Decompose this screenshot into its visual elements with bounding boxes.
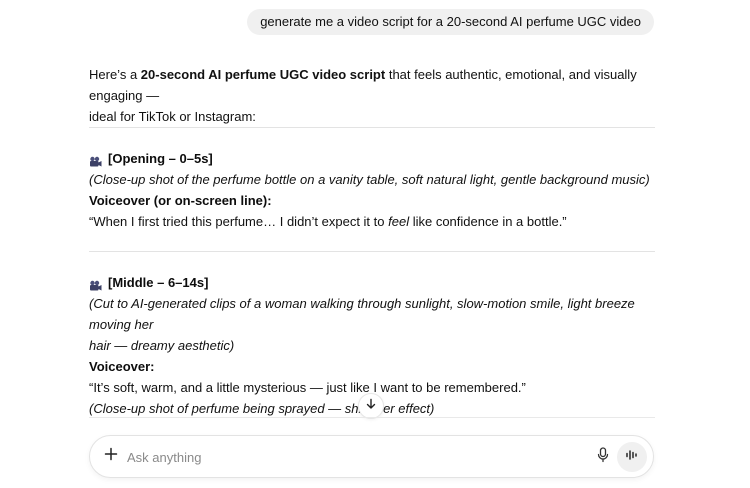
- divider: [89, 417, 655, 418]
- composer: [89, 435, 654, 478]
- section-opening: [Opening – 0–5s] (Close-up shot of the p…: [89, 148, 655, 232]
- intro-bold-text: 20-second AI perfume UGC video script: [140, 67, 386, 82]
- stage-direction-line-2: hair — dreamy aesthetic): [89, 338, 235, 353]
- movie-camera-icon: [89, 153, 102, 166]
- scroll-to-bottom-button[interactable]: [358, 393, 384, 419]
- intro-text-start: Here’s a: [89, 67, 141, 82]
- voiceover-label: Voiceover (or on-screen line):: [89, 193, 272, 208]
- dictate-button[interactable]: [593, 446, 613, 468]
- stage-direction: (Close-up shot of the perfume bottle on …: [89, 172, 650, 187]
- divider: [89, 251, 655, 252]
- section-title: [Opening – 0–5s]: [108, 151, 213, 166]
- add-attachment-button[interactable]: [101, 446, 121, 466]
- chat-page: generate me a video script for a 20-seco…: [0, 0, 750, 488]
- arrow-down-icon: [365, 397, 377, 415]
- voiceover-text: “When I first tried this perfume… I didn…: [89, 214, 567, 229]
- stage-direction-line-1: (Cut to AI-generated clips of a woman wa…: [89, 296, 635, 332]
- user-message-bubble: generate me a video script for a 20-seco…: [247, 9, 654, 35]
- intro-paragraph: Here’s a 20-second AI perfume UGC video …: [89, 64, 655, 127]
- divider: [89, 127, 655, 128]
- voiceover-label: Voiceover:: [89, 359, 155, 374]
- intro-line-2: ideal for TikTok or Instagram:: [89, 109, 256, 124]
- section-title: [Middle – 6–14s]: [108, 275, 209, 290]
- microphone-icon: [597, 446, 609, 468]
- movie-camera-icon: [89, 277, 102, 290]
- message-input[interactable]: [127, 446, 577, 468]
- voice-mode-button[interactable]: [617, 442, 647, 472]
- voice-waveform-icon: [625, 448, 639, 466]
- plus-icon: [104, 447, 118, 466]
